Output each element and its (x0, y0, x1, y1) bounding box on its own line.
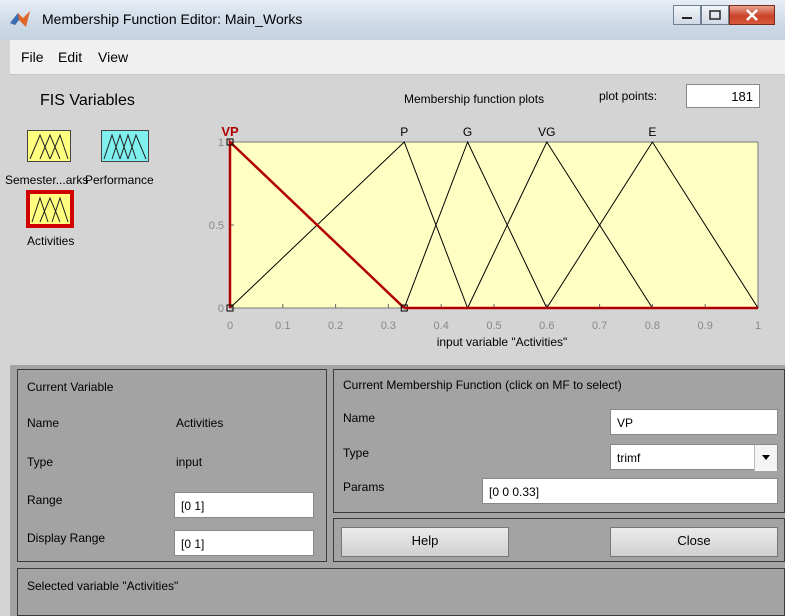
menu-file[interactable]: File (21, 49, 44, 65)
plot-points-label: plot points: (599, 89, 658, 103)
mf-type-label: Type (343, 446, 370, 460)
cv-name-value: Activities (176, 416, 224, 430)
x-tick-label: 0.4 (434, 320, 449, 332)
display-range-input[interactable]: [0 1] (174, 530, 314, 556)
membership-triangles-icon (31, 196, 69, 223)
matlab-logo-icon (10, 11, 30, 27)
x-tick-label: 1 (755, 320, 761, 332)
plot-points-input[interactable]: 181 (686, 84, 760, 108)
cv-display-range-label: Display Range (27, 531, 106, 545)
menu-view[interactable]: View (98, 49, 128, 65)
current-variable-header: Current Variable (27, 380, 114, 394)
x-tick-label: 0.5 (486, 320, 501, 332)
x-tick-label: 0 (227, 320, 233, 332)
mf-type-value: trimf (617, 451, 641, 465)
mf-label-e: E (648, 125, 656, 139)
close-icon (746, 9, 758, 21)
var-semester-label: Semester...arks (5, 173, 89, 187)
cv-name-label: Name (27, 416, 60, 430)
plot-title: Membership function plots (404, 92, 545, 106)
dropdown-arrow[interactable] (754, 445, 777, 471)
mf-params-input[interactable]: [0 0 0.33] (482, 478, 778, 504)
y-tick-label: 0.5 (209, 220, 224, 232)
var-semester-marks[interactable] (27, 130, 71, 162)
membership-function-plot[interactable]: 00.510 0.1 0.2 0.3 0.4 0.5 0.6 0.7 0.8 0.9 1input … (190, 112, 780, 362)
mf-label-g: G (463, 125, 472, 139)
cv-type-value: input (176, 455, 203, 469)
close-window-button[interactable] (729, 5, 775, 25)
x-axis-label: input variable "Activities" (437, 335, 568, 349)
menu-edit[interactable]: Edit (58, 49, 82, 65)
x-tick-label: 0.7 (592, 320, 607, 332)
cv-range-label: Range (27, 493, 63, 507)
x-tick-label: 0.2 (328, 320, 343, 332)
x-tick-label: 0.8 (645, 320, 660, 332)
fis-variables-header: FIS Variables (40, 92, 135, 109)
menu-bar: File Edit View (10, 40, 785, 75)
mf-name-input[interactable]: VP (610, 409, 778, 435)
mf-params-label: Params (343, 480, 385, 494)
x-tick-label: 0.3 (381, 320, 396, 332)
minimize-button[interactable] (673, 5, 701, 25)
current-mf-header: Current Membership Function (click on MF… (343, 378, 622, 392)
maximize-button[interactable] (701, 5, 729, 25)
close-button[interactable]: Close (610, 527, 778, 557)
var-performance-label: Performance (85, 173, 154, 187)
y-tick-label: 0 (218, 303, 224, 315)
x-tick-label: 0.6 (539, 320, 554, 332)
mf-editor-window: Membership Function Editor: Main_Works F… (0, 0, 785, 616)
var-performance[interactable] (101, 130, 149, 162)
mf-type-select[interactable]: trimf (610, 444, 778, 471)
cv-type-label: Type (27, 455, 54, 469)
mf-label-vp: VP (221, 124, 239, 139)
membership-triangles-icon (29, 133, 69, 160)
maximize-icon (709, 10, 721, 20)
mf-label-p: P (400, 125, 408, 139)
plot-area (229, 141, 759, 309)
status-text: Selected variable "Activities" (27, 579, 179, 593)
mf-label-vg: VG (538, 125, 555, 139)
var-activities[interactable] (26, 190, 74, 228)
chevron-down-icon (762, 455, 770, 460)
var-activities-label: Activities (27, 234, 75, 248)
title-bar: Membership Function Editor: Main_Works (0, 0, 785, 40)
x-tick-label: 0.9 (698, 320, 713, 332)
membership-triangles-icon (103, 133, 147, 160)
x-tick-label: 0.1 (275, 320, 290, 332)
window-title: Membership Function Editor: Main_Works (42, 11, 303, 27)
range-input[interactable]: [0 1] (174, 492, 314, 518)
mf-name-label: Name (343, 411, 376, 425)
help-button[interactable]: Help (341, 527, 509, 557)
minimize-icon (682, 17, 692, 19)
